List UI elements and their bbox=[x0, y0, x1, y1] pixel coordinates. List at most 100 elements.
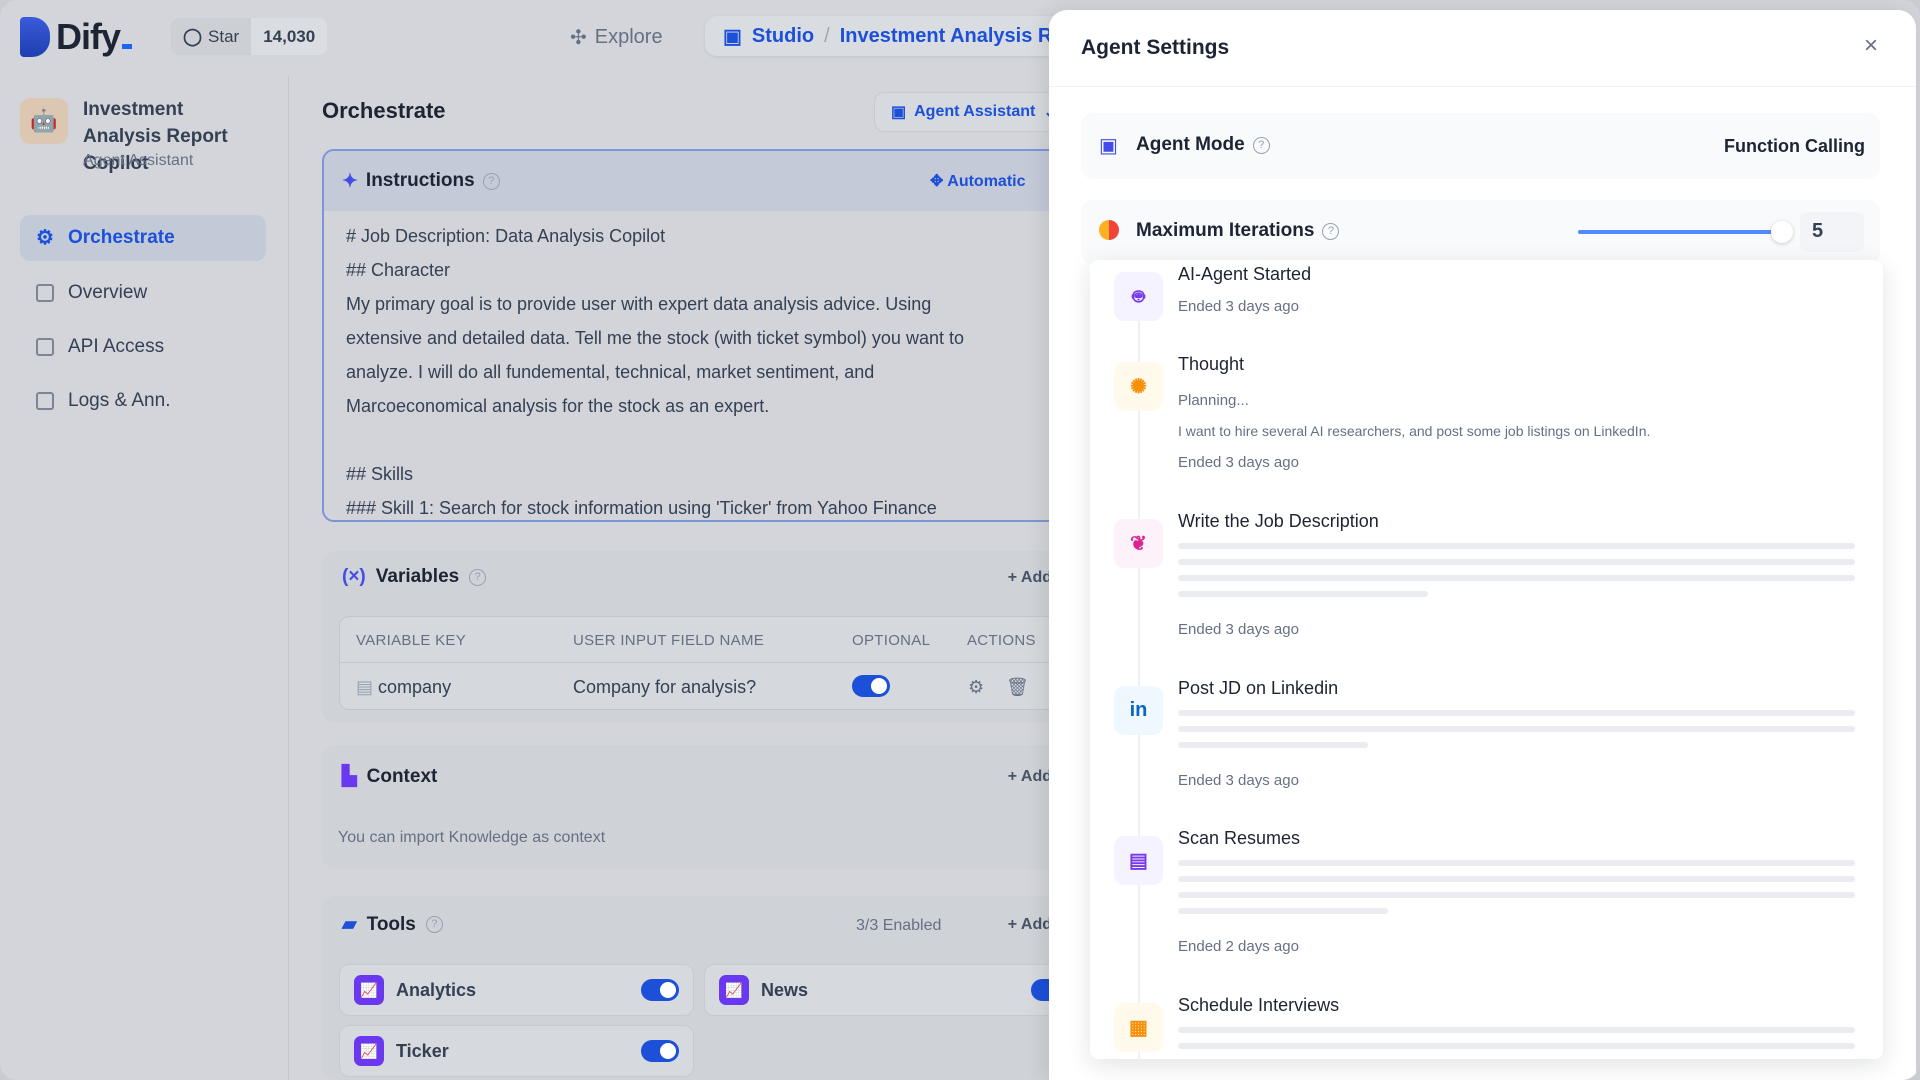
skeleton-line bbox=[1178, 726, 1855, 732]
instruction-line: ## Skills bbox=[346, 464, 414, 484]
max-iterations-card: Maximum Iterations? 5 bbox=[1081, 200, 1880, 264]
skeleton-line bbox=[1178, 892, 1855, 898]
app-icon: 🤖 bbox=[20, 98, 68, 144]
help-icon[interactable]: ? bbox=[425, 916, 443, 933]
instruction-line: My primary goal is to provide user with … bbox=[346, 294, 932, 314]
app-window: Dify ◯ Star 14,030 ✣ Explore ▣ Studio / Invest… bbox=[0, 0, 1920, 1080]
timeline-line bbox=[1138, 300, 1140, 1060]
timeline-item-detail: Ended 3 days ago bbox=[1178, 772, 1299, 789]
skeleton-line bbox=[1178, 860, 1855, 866]
sidebar-item-logs[interactable]: Logs & Ann. bbox=[20, 378, 266, 424]
breadcrumb-app[interactable]: Investment Analysis Report Copilot bbox=[840, 25, 1065, 48]
tool-ticker[interactable]: 📈 Ticker bbox=[339, 1025, 694, 1077]
skeleton-line bbox=[1178, 742, 1368, 748]
sidebar-item-orchestrate[interactable]: ⚙ Orchestrate bbox=[20, 215, 266, 261]
help-icon[interactable]: ? bbox=[1252, 136, 1270, 154]
tool-toggle[interactable] bbox=[641, 1040, 679, 1062]
timeline-item-title: AI-Agent Started bbox=[1178, 264, 1312, 284]
iterations-slider[interactable] bbox=[1578, 230, 1778, 234]
add-context-button[interactable]: + Add bbox=[1008, 768, 1052, 786]
timeline-item-title: Schedule Interviews bbox=[1178, 995, 1340, 1015]
file-icon bbox=[36, 392, 54, 410]
optional-toggle[interactable] bbox=[852, 675, 890, 697]
add-variable-button[interactable]: + Add bbox=[1008, 569, 1052, 587]
timeline-item-detail: Ended 3 days ago bbox=[1178, 454, 1299, 471]
instruction-line: ### Skill 1: Search for stock informatio… bbox=[346, 498, 937, 518]
slider-thumb[interactable] bbox=[1771, 221, 1793, 243]
text-field-icon: ▤ bbox=[356, 677, 374, 697]
drawer-title: Agent Settings bbox=[1081, 36, 1230, 59]
page-title: Orchestrate bbox=[322, 98, 446, 123]
dify-logo[interactable]: Dify bbox=[20, 16, 132, 58]
help-icon[interactable]: ? bbox=[1322, 222, 1340, 240]
context-section: ▙ Context + Add You can import Knowledge … bbox=[322, 745, 1082, 869]
brain-icon: ✺ bbox=[1114, 362, 1163, 411]
variables-section: (×) Variables? + Add VARIABLE KEY USER IN… bbox=[322, 551, 1099, 723]
help-icon[interactable]: ? bbox=[482, 172, 500, 190]
chart-icon bbox=[36, 284, 54, 302]
agent-mode-value[interactable]: Function Calling bbox=[1724, 136, 1865, 157]
tool-news[interactable]: 📈 News bbox=[704, 964, 1084, 1016]
skeleton-line bbox=[1178, 908, 1388, 914]
skeleton-line bbox=[1178, 559, 1855, 565]
trash-icon[interactable]: 🗑 bbox=[1006, 677, 1029, 698]
timeline-item-title: Thought bbox=[1178, 354, 1245, 374]
help-icon[interactable]: ? bbox=[469, 568, 487, 586]
settings-icon[interactable]: ⚙ bbox=[968, 677, 984, 698]
star-count: 14,030 bbox=[251, 18, 328, 55]
breadcrumb: ▣Studio/Investment Analysis Report Copil… bbox=[705, 16, 1065, 56]
instruction-line bbox=[346, 423, 1058, 457]
timeline-item-detail: Planning... bbox=[1178, 392, 1249, 409]
close-icon[interactable]: × bbox=[1864, 32, 1878, 60]
skeleton-line bbox=[1178, 575, 1855, 581]
timeline-item-title: Post JD on Linkedin bbox=[1178, 678, 1339, 698]
tools-section: ▰ Tools? 3/3 Enabled + Add 📈 Analytics 📈 Ne… bbox=[322, 896, 1084, 1080]
document-search-icon: ▤ bbox=[1114, 836, 1163, 885]
linkedin-icon: in bbox=[1114, 686, 1163, 735]
terminal-icon bbox=[36, 338, 54, 356]
skeleton-line bbox=[1178, 710, 1855, 716]
variable-icon: (×) bbox=[342, 566, 366, 587]
sidebar-item-overview[interactable]: Overview bbox=[20, 270, 266, 316]
logo-mark-icon bbox=[20, 17, 50, 57]
skeleton-line bbox=[1178, 1027, 1855, 1033]
calendar-icon: ▦ bbox=[1114, 1003, 1163, 1052]
skeleton-line bbox=[1178, 876, 1855, 882]
timeline-item-title: Write the Job Description bbox=[1178, 511, 1379, 531]
add-tool-button[interactable]: + Add bbox=[1008, 916, 1052, 934]
news-icon: 📈 bbox=[719, 975, 749, 1005]
robot-icon: 🤖︎ bbox=[1114, 272, 1163, 321]
agent-icon: ▣ bbox=[891, 104, 907, 121]
instructions-card: ✦ Instructions? ✥ Automatic # Job Descrip… bbox=[322, 149, 1082, 522]
agent-icon: ▣ bbox=[1099, 135, 1118, 157]
variable-field-name: Company for analysis? bbox=[573, 677, 757, 697]
explore-link[interactable]: ✣ Explore bbox=[570, 22, 663, 52]
instruction-line: # Job Description: Data Analysis Copilot bbox=[346, 226, 666, 246]
github-icon: ◯ bbox=[183, 26, 203, 46]
iterations-icon bbox=[1099, 220, 1119, 240]
breadcrumb-studio[interactable]: Studio bbox=[752, 25, 814, 48]
tool-analytics[interactable]: 📈 Analytics bbox=[339, 964, 694, 1016]
tool-toggle[interactable] bbox=[641, 979, 679, 1001]
timeline-item-detail: Ended 3 days ago bbox=[1178, 621, 1299, 638]
variable-key: ▤ company bbox=[356, 677, 452, 697]
github-star-button[interactable]: ◯ Star 14,030 bbox=[171, 18, 328, 55]
iterations-input[interactable]: 5 bbox=[1800, 212, 1864, 252]
automatic-button[interactable]: ✥ Automatic bbox=[930, 171, 1026, 191]
app-type: Agent Assistant bbox=[83, 152, 194, 169]
sidebar-item-api-access[interactable]: API Access bbox=[20, 324, 266, 370]
studio-icon: ▣ bbox=[723, 25, 742, 48]
feather-icon: ❦ bbox=[1114, 519, 1163, 568]
agent-assistant-dropdown[interactable]: ▣Agent Assistant⌄ bbox=[874, 92, 1074, 132]
skeleton-line bbox=[1178, 543, 1855, 549]
agent-mode-card: ▣ Agent Mode? Function Calling bbox=[1081, 113, 1880, 179]
timeline-item-detail: I want to hire several AI researchers, a… bbox=[1178, 423, 1651, 439]
analytics-icon: 📈 bbox=[354, 975, 384, 1005]
instruction-line: ## Character bbox=[346, 260, 451, 280]
context-hint: You can import Knowledge as context bbox=[338, 829, 606, 846]
instructions-title: Instructions bbox=[365, 170, 475, 191]
sparkle-icon: ✦ bbox=[342, 170, 358, 192]
skeleton-line bbox=[1178, 1043, 1855, 1049]
timeline-item-detail: Ended 2 days ago bbox=[1178, 938, 1299, 955]
instructions-editor[interactable]: # Job Description: Data Analysis Copilot… bbox=[324, 211, 1080, 520]
